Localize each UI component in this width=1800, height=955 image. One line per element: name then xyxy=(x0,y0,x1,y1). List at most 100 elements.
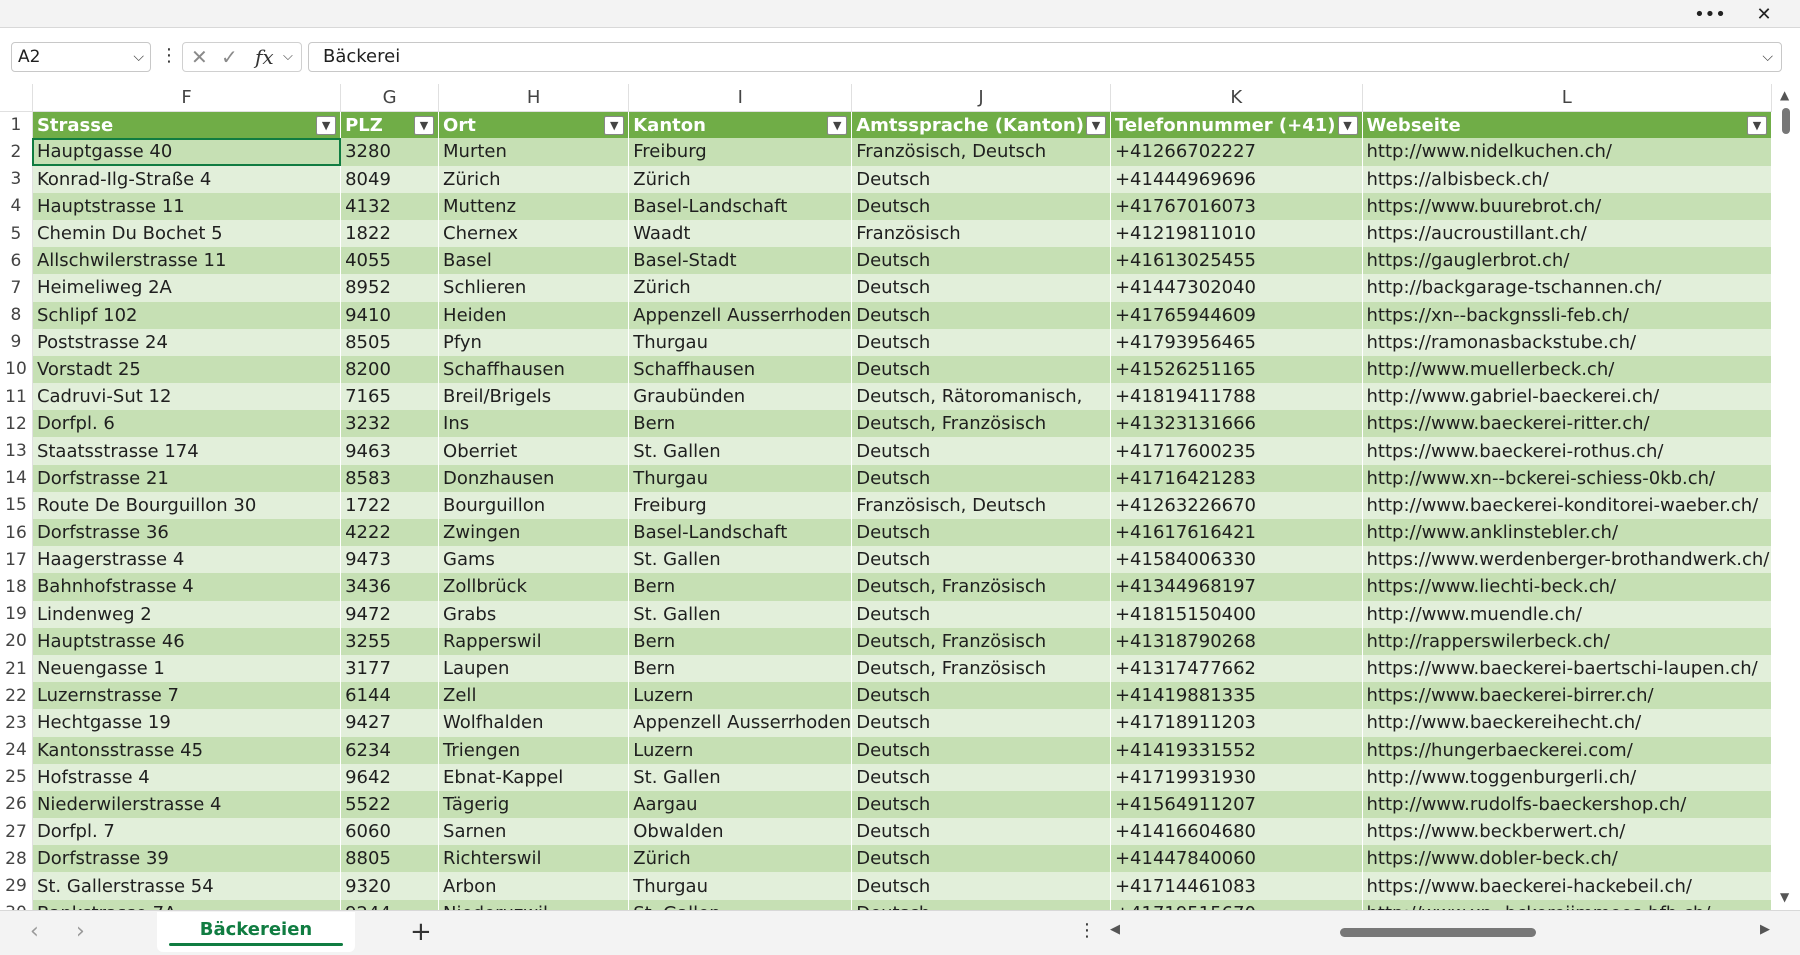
prev-sheet-icon[interactable]: ‹ xyxy=(30,919,39,944)
table-cell[interactable]: https://www.werdenberger-brothandwerk.ch… xyxy=(1362,546,1772,574)
table-cell[interactable]: +41793956465 xyxy=(1110,328,1363,356)
table-cell[interactable]: 9642 xyxy=(340,763,440,791)
table-cell[interactable]: Thurgau xyxy=(628,328,853,356)
row-header[interactable]: 10 xyxy=(0,355,33,384)
table-cell[interactable]: https://www.liechti-beck.ch/ xyxy=(1362,573,1772,601)
table-cell[interactable]: 8505 xyxy=(340,328,440,356)
table-cell[interactable]: https://www.baeckerei-birrer.ch/ xyxy=(1362,682,1772,710)
vertical-scrollbar[interactable]: ▲ ▼ xyxy=(1772,84,1800,910)
table-cell[interactable]: Heimeliweg 2A xyxy=(32,274,342,302)
table-cell[interactable]: Hauptstrasse 46 xyxy=(32,627,342,655)
table-cell[interactable]: +41318790268 xyxy=(1110,627,1363,655)
table-cell[interactable]: 1822 xyxy=(340,219,440,248)
table-cell[interactable]: Basel-Landschaft xyxy=(628,192,853,220)
enter-icon[interactable]: ✓ xyxy=(221,43,238,71)
table-cell[interactable]: Dorfpl. 6 xyxy=(32,410,342,438)
row-header[interactable]: 8 xyxy=(0,301,33,329)
table-cell[interactable]: Donzhausen xyxy=(438,464,630,492)
row-header[interactable]: 6 xyxy=(0,247,33,275)
table-cell[interactable]: https://www.baeckerei-hackebeil.ch/ xyxy=(1362,872,1772,900)
table-cell[interactable]: https://www.baeckerei-rothus.ch/ xyxy=(1362,437,1772,465)
table-cell[interactable]: +41263226670 xyxy=(1110,491,1363,519)
table-cell[interactable]: Hofstrasse 4 xyxy=(32,763,342,791)
table-cell[interactable]: Basel xyxy=(438,247,630,275)
table-cell[interactable]: +41419331552 xyxy=(1110,736,1363,764)
formula-input[interactable]: Bäckerei ⌵ xyxy=(308,42,1782,72)
table-cell[interactable]: 4222 xyxy=(340,519,440,547)
table-cell[interactable]: Wolfhalden xyxy=(438,709,630,737)
table-cell[interactable]: Deutsch xyxy=(851,790,1111,819)
table-cell[interactable]: +41447840060 xyxy=(1110,845,1363,873)
row-header[interactable]: 13 xyxy=(0,437,33,465)
table-cell[interactable]: http://www.anklinstebler.ch/ xyxy=(1362,519,1772,547)
row-header[interactable]: 7 xyxy=(0,274,33,302)
table-cell[interactable]: Bankstrasse 7A xyxy=(32,899,342,910)
filter-dropdown-icon[interactable]: ▼ xyxy=(316,115,337,135)
column-header-j[interactable]: J xyxy=(851,84,1111,112)
table-cell[interactable]: Bern xyxy=(628,410,853,438)
table-cell[interactable]: Hauptstrasse 11 xyxy=(32,192,342,220)
table-cell[interactable]: Deutsch xyxy=(851,328,1111,356)
table-cell[interactable]: Konrad-Ilg-Straße 4 xyxy=(32,165,342,193)
row-header[interactable]: 29 xyxy=(0,872,33,900)
filter-dropdown-icon[interactable]: ▼ xyxy=(414,115,435,135)
next-sheet-icon[interactable]: › xyxy=(76,919,85,944)
table-cell[interactable]: Deutsch xyxy=(851,464,1111,492)
row-header[interactable]: 16 xyxy=(0,519,33,547)
table-cell[interactable]: +41765944609 xyxy=(1110,301,1363,329)
table-cell[interactable]: https://xn--backgnssli-feb.ch/ xyxy=(1362,301,1772,329)
scroll-left-icon[interactable]: ◀ xyxy=(1110,922,1120,937)
table-cell[interactable]: Breil/Brigels xyxy=(438,383,630,411)
table-cell[interactable]: St. Gallerstrasse 54 xyxy=(32,872,342,900)
table-cell[interactable]: https://www.baeckerei-baertschi-laupen.c… xyxy=(1362,654,1772,683)
table-cell[interactable]: +41617616421 xyxy=(1110,519,1363,547)
table-cell[interactable]: Zwingen xyxy=(438,519,630,547)
table-cell[interactable]: +41719931930 xyxy=(1110,763,1363,791)
table-cell[interactable]: 8952 xyxy=(340,274,440,302)
vertical-scroll-thumb[interactable] xyxy=(1782,108,1790,134)
row-header[interactable]: 23 xyxy=(0,709,33,737)
table-cell[interactable]: +41526251165 xyxy=(1110,355,1363,384)
table-cell[interactable]: Bahnhofstrasse 4 xyxy=(32,573,342,601)
table-cell[interactable]: Schaffhausen xyxy=(438,355,630,384)
table-cell[interactable]: Deutsch, Rätoromanisch, xyxy=(851,383,1111,411)
table-cell[interactable]: https://www.dobler-beck.ch/ xyxy=(1362,845,1772,873)
table-cell[interactable]: Französisch, Deutsch xyxy=(851,138,1111,166)
table-cell[interactable]: +41266702227 xyxy=(1110,138,1363,166)
header-cell[interactable]: Amtssprache (Kanton) ▼ xyxy=(851,111,1111,139)
table-cell[interactable]: +41717600235 xyxy=(1110,437,1363,465)
scroll-right-icon[interactable]: ▶ xyxy=(1760,922,1770,937)
table-cell[interactable]: Rapperswil xyxy=(438,627,630,655)
table-cell[interactable]: https://gauglerbrot.ch/ xyxy=(1362,247,1772,275)
table-cell[interactable]: Deutsch xyxy=(851,274,1111,302)
table-cell[interactable]: +41419881335 xyxy=(1110,682,1363,710)
table-cell[interactable]: Deutsch xyxy=(851,763,1111,791)
table-cell[interactable]: Poststrasse 24 xyxy=(32,328,342,356)
table-cell[interactable]: Route De Bourguillon 30 xyxy=(32,491,342,519)
table-cell[interactable]: Freiburg xyxy=(628,491,853,519)
table-cell[interactable]: 9427 xyxy=(340,709,440,737)
table-cell[interactable]: Deutsch xyxy=(851,709,1111,737)
horizontal-scroll-thumb[interactable] xyxy=(1340,928,1536,937)
table-cell[interactable]: Appenzell Ausserrhoden xyxy=(628,709,853,737)
table-cell[interactable]: Luzern xyxy=(628,736,853,764)
table-cell[interactable]: Deutsch xyxy=(851,437,1111,465)
table-cell[interactable]: +41714461083 xyxy=(1110,872,1363,900)
table-cell[interactable]: Dorfpl. 7 xyxy=(32,818,342,846)
column-header-h[interactable]: H xyxy=(438,84,630,112)
table-cell[interactable]: +41819411788 xyxy=(1110,383,1363,411)
table-cell[interactable]: 9472 xyxy=(340,600,440,628)
table-cell[interactable]: St. Gallen xyxy=(628,437,853,465)
table-cell[interactable]: +41416604680 xyxy=(1110,818,1363,846)
table-cell[interactable]: Freiburg xyxy=(628,138,853,166)
table-cell[interactable]: https://ramonasbackstube.ch/ xyxy=(1362,328,1772,356)
table-cell[interactable]: 8200 xyxy=(340,355,440,384)
table-cell[interactable]: Deutsch xyxy=(851,519,1111,547)
chevron-down-icon[interactable]: ⌵ xyxy=(133,43,144,71)
row-header[interactable]: 4 xyxy=(0,192,33,220)
table-cell[interactable]: +41716421283 xyxy=(1110,464,1363,492)
table-cell[interactable]: http://www.nidelkuchen.ch/ xyxy=(1362,138,1772,166)
table-cell[interactable]: Staatsstrasse 174 xyxy=(32,437,342,465)
row-header[interactable]: 20 xyxy=(0,627,33,655)
table-cell[interactable]: Vorstadt 25 xyxy=(32,355,342,384)
